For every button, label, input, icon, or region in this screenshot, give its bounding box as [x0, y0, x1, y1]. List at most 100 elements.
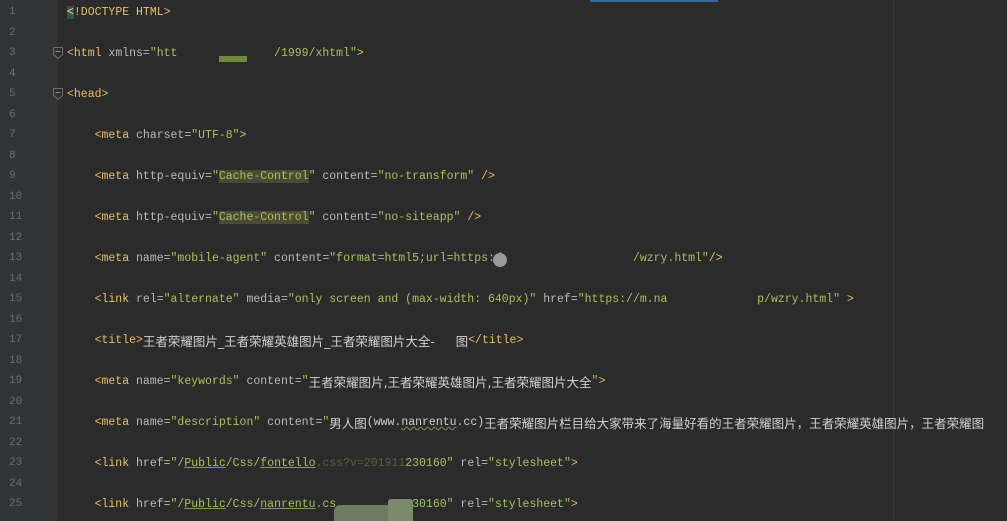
code-line[interactable]: <meta name= "description" content= " 男人图 (ww… — [67, 412, 1007, 433]
code-line-empty[interactable] — [67, 433, 1007, 454]
line-number-text: 14 — [9, 272, 23, 285]
tag-close: /> — [708, 251, 723, 265]
line-number[interactable]: 18 — [0, 351, 58, 372]
line-number[interactable]: 23 — [0, 453, 58, 474]
line-number[interactable]: 9 — [0, 166, 58, 187]
path-segment-link[interactable]: Public — [184, 498, 225, 511]
redaction-blob — [388, 499, 413, 521]
attribute-name: http-equiv= — [129, 169, 212, 183]
code-line[interactable]: <link rel= "alternate" media= "only screen… — [67, 289, 1007, 310]
code-line-empty[interactable] — [67, 146, 1007, 167]
attribute-name: rel= — [453, 497, 489, 511]
line-number-text: 25 — [9, 498, 23, 510]
line-number-text: 1 — [9, 6, 16, 18]
line-number[interactable]: 12 — [0, 228, 58, 249]
path-segment-link[interactable]: fontello — [260, 457, 315, 470]
line-number[interactable]: 1 — [0, 2, 58, 23]
line-number[interactable]: 7 — [0, 125, 58, 146]
line-number[interactable]: 8 — [0, 146, 58, 167]
attribute-value: "mobile-agent" — [170, 251, 268, 265]
attribute-name: content= — [267, 251, 330, 265]
meta-tag: <meta — [94, 169, 130, 183]
line-number[interactable]: 3 — [0, 43, 63, 64]
code-line-empty[interactable] — [67, 23, 1007, 44]
line-number[interactable]: 11 — [0, 207, 58, 228]
line-number[interactable]: 17 — [0, 330, 58, 351]
line-number[interactable]: 2 — [0, 23, 58, 44]
line-number[interactable]: 10 — [0, 187, 58, 208]
line-number[interactable]: 14 — [0, 269, 58, 290]
code-line-empty[interactable] — [67, 392, 1007, 413]
head-tag: <head> — [67, 87, 109, 101]
code-line[interactable]: <title> 王者荣耀图片_王者荣耀英雄图片_王者荣耀图片大全- 图 </title… — [67, 330, 1007, 351]
code-line[interactable]: <head> — [67, 84, 1007, 105]
code-line-empty[interactable] — [67, 351, 1007, 372]
line-number[interactable]: 5 — [0, 84, 63, 105]
attribute-value: "format=html5;url=https:/ — [329, 251, 502, 265]
code-line-empty[interactable] — [67, 269, 1007, 290]
line-number[interactable]: 22 — [0, 433, 58, 454]
line-number[interactable]: 4 — [0, 64, 58, 85]
line-number-text: 7 — [9, 129, 16, 141]
attribute-name: http-equiv= — [129, 210, 212, 224]
line-number-gutter[interactable]: 1 2 3 4 5 6 7 8 9 10 11 12 13 14 15 16 1… — [0, 0, 63, 521]
tag-close: > — [239, 128, 247, 142]
line-number-text: 11 — [9, 211, 23, 223]
fold-marker-icon[interactable] — [53, 47, 63, 59]
path-segment-link[interactable]: nanrentu — [260, 498, 315, 511]
line-number[interactable]: 20 — [0, 392, 58, 413]
attribute-quote: " — [322, 415, 330, 429]
attribute-name: href= — [536, 292, 578, 306]
code-line-empty[interactable] — [67, 310, 1007, 331]
attribute-name: xmlns= — [101, 46, 150, 60]
line-number[interactable]: 19 — [0, 371, 58, 392]
attribute-value: "htt — [149, 46, 178, 60]
attribute-value: "https://m.na — [577, 292, 668, 306]
meta-tag: <meta — [94, 251, 130, 265]
line-number[interactable]: 21 — [0, 412, 58, 433]
code-line-empty[interactable] — [67, 187, 1007, 208]
code-line[interactable]: <link href= "/Public/Css/fontello .css?v=2… — [67, 453, 1007, 474]
line-number-text: 10 — [9, 190, 23, 203]
link-tag: <link — [94, 292, 130, 306]
code-line-empty[interactable] — [67, 105, 1007, 126]
code-line-empty[interactable] — [67, 64, 1007, 85]
title-tag-close: </title> — [468, 333, 524, 347]
code-line[interactable]: <link href= "/Public/Css/nanrentu .cs 23016… — [67, 494, 1007, 515]
code-line[interactable]: < !DOCTYPE HTML> — [67, 2, 1007, 23]
line-number[interactable]: 13 — [0, 248, 58, 269]
code-line[interactable]: <meta name= "keywords" content= " 王者荣耀图片,王者… — [67, 371, 1007, 392]
attribute-value: /Css/ — [225, 456, 261, 470]
code-line[interactable]: <html xmlns= "htt/1999/xhtml" > — [67, 43, 1007, 64]
code-line[interactable]: <meta http-equiv= " Cache-Control " content… — [67, 166, 1007, 187]
path-segment-link[interactable]: Public — [184, 457, 225, 470]
link-tag: <link — [94, 497, 130, 511]
spellcheck-word: nanrentu — [401, 415, 457, 429]
attribute-value: "only screen and (max-width: 640px)" — [287, 292, 537, 306]
blurred-text: .css?v=201911 — [315, 456, 406, 470]
code-line-empty[interactable] — [67, 228, 1007, 249]
line-number-text: 15 — [9, 293, 23, 305]
code-line[interactable]: <meta charset= "UTF-8" > — [67, 125, 1007, 146]
attribute-value: "stylesheet" — [488, 456, 571, 470]
code-area[interactable]: < !DOCTYPE HTML> <html xmlns= "htt/1999/xh… — [67, 2, 1007, 515]
code-line[interactable]: <meta name= "mobile-agent" content= "forma… — [67, 248, 1007, 269]
line-number[interactable]: 6 — [0, 105, 58, 126]
attribute-value: "stylesheet" — [488, 497, 571, 511]
attribute-name: name= — [129, 374, 171, 388]
attribute-value: "no-transform" — [377, 169, 475, 183]
code-editor[interactable]: 1 2 3 4 5 6 7 8 9 10 11 12 13 14 15 16 1… — [0, 0, 1007, 521]
fold-marker-icon[interactable] — [53, 88, 63, 100]
line-number[interactable]: 15 — [0, 289, 58, 310]
redacted-gap — [667, 299, 757, 300]
line-number[interactable]: 25 — [0, 494, 58, 515]
code-line[interactable]: <meta http-equiv= " Cache-Control " content… — [67, 207, 1007, 228]
line-number-text: 18 — [9, 354, 23, 367]
line-number-text: 22 — [9, 436, 23, 449]
code-line-empty[interactable] — [67, 474, 1007, 495]
line-number[interactable]: 24 — [0, 474, 58, 495]
tag-close: > — [356, 46, 364, 60]
line-number[interactable]: 16 — [0, 310, 58, 331]
line-number-text: 20 — [9, 395, 23, 408]
attribute-quote: " — [211, 210, 219, 224]
